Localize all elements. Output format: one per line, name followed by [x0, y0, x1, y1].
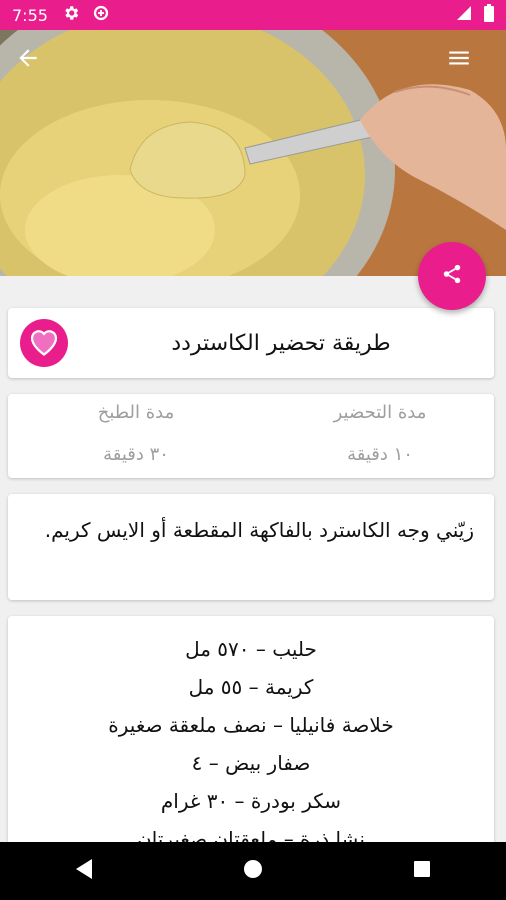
- recipe-title: طريقة تحضير الكاستردد: [171, 330, 391, 356]
- cook-time-value: ٣٠ دقيقة: [103, 444, 169, 465]
- prep-time-label: مدة التحضير: [333, 402, 427, 423]
- favorite-button[interactable]: [20, 319, 68, 367]
- share-button[interactable]: [418, 242, 486, 310]
- battery-icon: [484, 4, 494, 26]
- nav-recents-icon: [413, 860, 431, 882]
- cook-time-label: مدة الطبخ: [97, 402, 175, 423]
- nav-back-icon: [74, 858, 94, 884]
- nav-back-button[interactable]: [54, 851, 114, 891]
- recipe-description-card: زيّني وجه الكاسترد بالفاكهة المقطعة أو ا…: [8, 494, 494, 600]
- nav-home-icon: [243, 859, 263, 883]
- recipe-title-card: طريقة تحضير الكاستردد: [8, 308, 494, 378]
- ingredient-item: خلاصة فانيليا – نصف ملعقة صغيرة: [108, 713, 394, 737]
- heart-icon: [26, 323, 62, 363]
- data-saver-icon: [92, 4, 110, 26]
- status-time: 7:55: [12, 5, 48, 25]
- settings-icon: [62, 4, 80, 26]
- recipe-time-card: مدة التحضير ١٠ دقيقة مدة الطبخ ٣٠ دقيقة: [8, 394, 494, 478]
- recipe-description: زيّني وجه الكاسترد بالفاكهة المقطعة أو ا…: [44, 518, 474, 542]
- menu-button[interactable]: [446, 45, 486, 85]
- hero-image: [0, 30, 506, 276]
- status-bar: 7:55: [0, 0, 506, 30]
- ingredient-item: كريمة – ٥٥ مل: [188, 675, 314, 699]
- prep-time-value: ١٠ دقيقة: [347, 444, 413, 465]
- ingredients-card: حليب – ٥٧٠ مل كريمة – ٥٥ مل خلاصة فانيلي…: [8, 616, 494, 866]
- ingredient-item: حليب – ٥٧٠ مل: [185, 637, 317, 661]
- nav-recents-button[interactable]: [392, 851, 452, 891]
- signal-icon: [456, 5, 472, 25]
- nav-home-button[interactable]: [223, 851, 283, 891]
- share-icon: [441, 263, 463, 289]
- ingredient-item: سكر بودرة – ٣٠ غرام: [160, 789, 342, 813]
- ingredients-list: حليب – ٥٧٠ مل كريمة – ٥٥ مل خلاصة فانيلي…: [8, 630, 494, 858]
- system-nav-bar: [0, 842, 506, 900]
- ingredient-item: صفار بيض – ٤: [191, 751, 311, 775]
- back-button[interactable]: [15, 45, 55, 85]
